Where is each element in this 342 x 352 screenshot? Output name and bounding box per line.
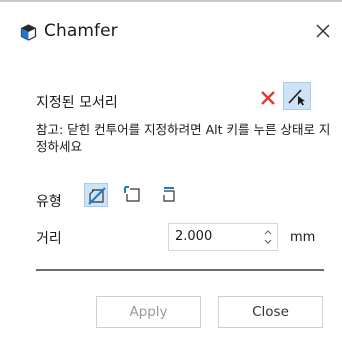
- chamfer-type-3-icon[interactable]: [158, 183, 182, 207]
- edge-pick-cursor-icon: [288, 89, 305, 106]
- distance-input[interactable]: 2.000: [168, 223, 278, 251]
- section-divider: [36, 269, 324, 271]
- distance-unit: mm: [290, 230, 316, 245]
- chamfer-type-2-icon[interactable]: [121, 183, 145, 207]
- clear-selection-x-icon[interactable]: [260, 90, 276, 106]
- close-button[interactable]: Close: [218, 296, 323, 328]
- selected-edges-label: 지정된 모서리: [36, 95, 118, 111]
- edge-pick-button[interactable]: [283, 82, 311, 110]
- close-icon[interactable]: [315, 23, 331, 39]
- type-label: 유형: [36, 194, 62, 210]
- window-title: Chamfer: [44, 21, 118, 41]
- apply-button[interactable]: Apply: [96, 296, 201, 328]
- hint-text: 참고: 닫힌 컨투어를 지정하려면 Alt 키를 누른 상태로 지정하세요: [36, 122, 331, 154]
- chamfer-type-1-icon[interactable]: [84, 183, 108, 207]
- distance-spinner[interactable]: [263, 227, 273, 247]
- window-top-border: [0, 0, 342, 2]
- distance-label: 거리: [36, 231, 62, 247]
- chamfer-cube-icon: [20, 24, 37, 41]
- distance-value[interactable]: 2.000: [175, 229, 212, 244]
